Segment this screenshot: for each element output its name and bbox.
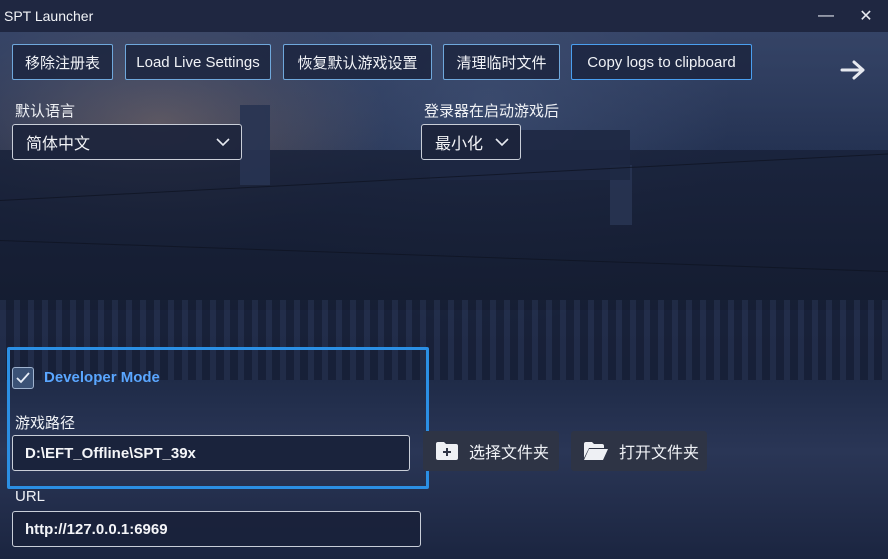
url-label: URL: [15, 488, 46, 505]
load-live-settings-button[interactable]: Load Live Settings: [125, 44, 271, 80]
developer-mode-label[interactable]: Developer Mode: [44, 369, 160, 386]
folder-open-icon: [584, 442, 608, 460]
select-folder-label: 选择文件夹: [469, 445, 550, 462]
language-select[interactable]: 简体中文: [12, 124, 242, 160]
restore-default-game-settings-button[interactable]: 恢复默认游戏设置: [283, 44, 432, 80]
minimize-button[interactable]: —: [806, 0, 846, 32]
folder-add-icon: [436, 442, 458, 460]
arrow-right-icon[interactable]: [840, 58, 868, 82]
developer-mode-checkbox[interactable]: [12, 367, 34, 389]
launcher-action-selected-value: 最小化: [435, 136, 484, 153]
game-path-value: D:\EFT_Offline\SPT_39x: [25, 444, 196, 462]
select-folder-button[interactable]: 选择文件夹: [423, 431, 559, 471]
close-icon: ✕: [859, 8, 873, 25]
launcher-action-label: 登录器在启动游戏后: [424, 103, 560, 120]
clean-temp-files-button[interactable]: 清理临时文件: [443, 44, 560, 80]
open-folder-label: 打开文件夹: [619, 445, 700, 462]
language-label: 默认语言: [15, 103, 76, 120]
close-button[interactable]: ✕: [846, 0, 886, 32]
game-path-input[interactable]: D:\EFT_Offline\SPT_39x: [12, 435, 410, 471]
chevron-down-icon: [495, 138, 509, 147]
launcher-action-select[interactable]: 最小化: [421, 124, 521, 160]
minimize-icon: —: [818, 7, 834, 24]
url-input[interactable]: http://127.0.0.1:6969: [12, 511, 421, 547]
open-folder-button[interactable]: 打开文件夹: [571, 431, 707, 471]
language-selected-value: 简体中文: [26, 136, 91, 153]
remove-registry-button[interactable]: 移除注册表: [12, 44, 113, 80]
chevron-down-icon: [216, 138, 230, 147]
copy-logs-button[interactable]: Copy logs to clipboard: [571, 44, 752, 80]
game-path-label: 游戏路径: [15, 415, 76, 432]
url-value: http://127.0.0.1:6969: [25, 520, 168, 538]
title-bar: SPT Launcher — ✕: [0, 0, 888, 32]
checkmark-icon: [16, 372, 30, 384]
window-title: SPT Launcher: [4, 8, 94, 24]
